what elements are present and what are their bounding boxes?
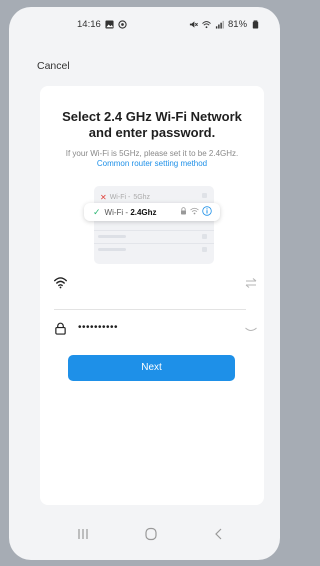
password-value: •••••••••• xyxy=(78,322,119,333)
ghost-divider xyxy=(94,230,214,231)
phone-screen: 14:16 81% Cancel Select 2.4 GHz Wi-Fi Ne… xyxy=(9,7,280,560)
image-icon xyxy=(105,20,114,29)
settings-icon xyxy=(118,20,127,29)
status-right: 81% xyxy=(189,19,260,30)
status-time: 14:16 xyxy=(77,19,101,30)
row-2-4ghz-band: 2.4Ghz xyxy=(130,208,157,217)
frequency-hint: If your Wi-Fi is 5GHz, please set it to … xyxy=(65,149,239,158)
wifi-signal-icon xyxy=(202,21,211,29)
check-icon: ✓ xyxy=(93,207,101,217)
status-left: 14:16 xyxy=(77,19,127,30)
home-icon[interactable] xyxy=(141,525,161,543)
top-bar: Cancel xyxy=(9,57,280,81)
lock-icon xyxy=(55,322,66,335)
setup-card: Select 2.4 GHz Wi-Fi Network and enter p… xyxy=(40,86,264,505)
ghost-lock-icon xyxy=(202,247,207,252)
field-divider xyxy=(54,309,246,310)
cancel-button[interactable]: Cancel xyxy=(37,60,70,72)
system-nav-bar xyxy=(9,519,280,549)
battery-percent: 81% xyxy=(228,19,248,30)
ghost-lock-icon xyxy=(202,193,207,198)
cross-icon: ✕ xyxy=(100,193,107,202)
row-2-4ghz: ✓ Wi-Fi - 2.4Ghz xyxy=(84,203,220,221)
page-title: Select 2.4 GHz Wi-Fi Network and enter p… xyxy=(62,109,242,140)
ghost-network-name xyxy=(98,235,126,238)
row-2-4ghz-prefix: Wi-Fi - xyxy=(104,208,131,217)
eye-closed-icon[interactable] xyxy=(244,323,258,335)
cell-signal-icon xyxy=(215,20,224,29)
ghost-divider xyxy=(94,243,214,244)
wifi-icon xyxy=(54,277,67,289)
row-5ghz-prefix: Wi-Fi - xyxy=(109,194,131,201)
router-setting-link[interactable]: Common router setting method xyxy=(46,159,258,169)
next-button[interactable]: Next xyxy=(68,355,235,381)
ghost-network-name xyxy=(98,248,126,251)
status-bar: 14:16 81% xyxy=(9,7,280,35)
battery-icon xyxy=(252,20,259,29)
lock-small-icon xyxy=(181,207,186,215)
row-5ghz: ✕ Wi-Fi - 5Ghz xyxy=(100,193,150,202)
wifi-small-icon xyxy=(190,207,199,215)
row-2-4ghz-icons xyxy=(180,206,212,216)
info-icon xyxy=(202,206,212,216)
row-2-4ghz-label: ✓ Wi-Fi - 2.4Ghz xyxy=(93,207,157,218)
wifi-illustration: ✕ Wi-Fi - 5Ghz ✓ Wi-Fi - 2.4Ghz xyxy=(84,186,220,264)
swap-icon[interactable] xyxy=(244,277,258,289)
back-icon[interactable] xyxy=(209,525,229,543)
password-field[interactable]: •••••••••• xyxy=(54,318,257,342)
wifi-name-field[interactable] xyxy=(54,272,257,296)
recent-apps-icon[interactable] xyxy=(73,525,93,543)
mute-icon xyxy=(189,21,198,28)
row-5ghz-band: 5Ghz xyxy=(133,194,151,201)
ghost-lock-icon xyxy=(202,234,207,239)
